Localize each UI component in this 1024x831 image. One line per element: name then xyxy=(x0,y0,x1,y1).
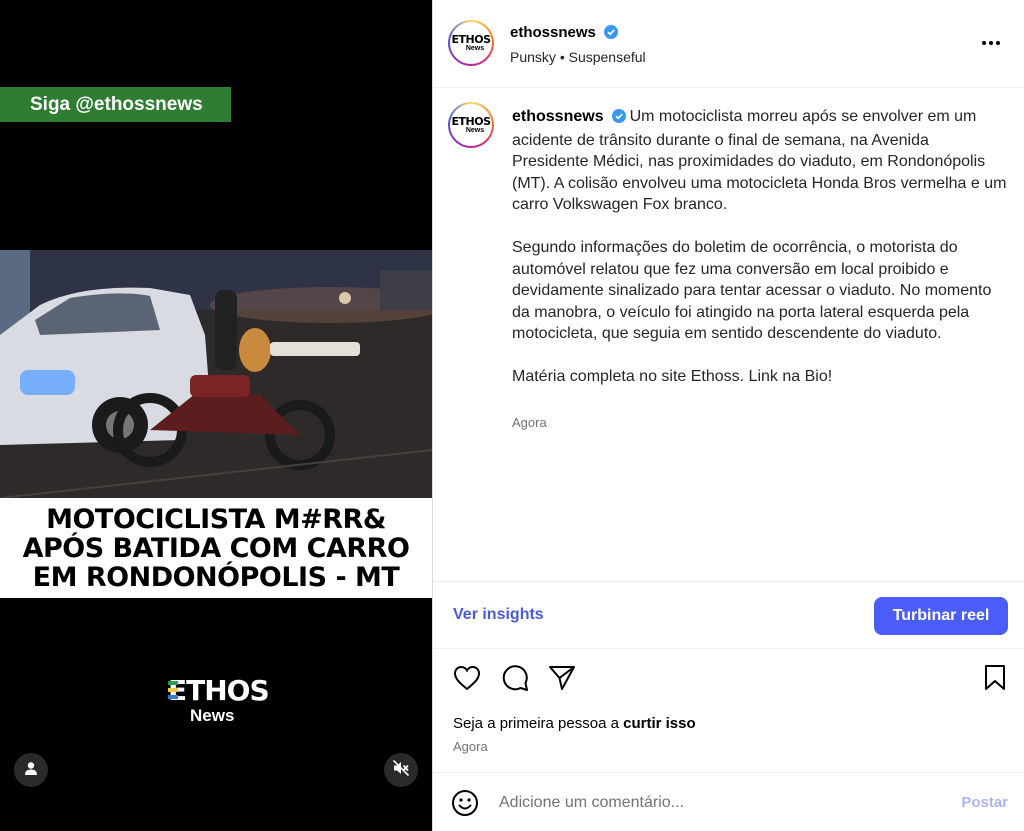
heart-icon xyxy=(453,665,481,696)
audio-artist[interactable]: Punsky xyxy=(510,49,556,65)
mute-toggle-button[interactable] xyxy=(384,753,418,787)
post-timestamp: Agora xyxy=(453,739,488,754)
bookmark-icon xyxy=(983,664,1007,697)
save-button[interactable] xyxy=(979,664,1011,696)
caption-timestamp: Agora xyxy=(512,415,547,430)
headline-line-1: MOTOCICLISTA M#RR& xyxy=(46,503,386,535)
post-header: ETHOS News ethossnews Punsky • Suspensef… xyxy=(433,0,1024,88)
headline-line-2: APÓS BATIDA COM CARRO xyxy=(22,532,410,564)
headline-line-3: EM RONDONÓPOLIS - MT xyxy=(32,561,400,593)
muted-speaker-icon xyxy=(392,759,410,782)
comment-bar: Postar xyxy=(433,772,1024,831)
view-insights-link[interactable]: Ver insights xyxy=(453,606,544,624)
send-icon xyxy=(548,664,576,697)
post-comment-button[interactable]: Postar xyxy=(961,794,1008,811)
video-headline: MOTOCICLISTA M#RR& APÓS BATIDA COM CARRO… xyxy=(0,498,432,598)
audio-info[interactable]: Punsky • Suspenseful xyxy=(510,49,646,65)
logo-line-1: ETHOS xyxy=(168,674,270,707)
more-options-button[interactable] xyxy=(980,32,1002,59)
reel-video[interactable]: Siga @ethossnews MOTOCICLISTA M#RR& APÓS… xyxy=(0,0,432,831)
share-button[interactable] xyxy=(546,664,578,696)
accident-photo xyxy=(0,250,432,498)
verified-badge-icon xyxy=(604,25,619,44)
avatar-logo-line-1: ETHOS xyxy=(451,32,492,46)
caption-paragraph-3: Matéria completa no site Ethoss. Link na… xyxy=(512,368,833,385)
comment-button[interactable] xyxy=(499,664,531,696)
caption-avatar[interactable]: ETHOS News xyxy=(448,102,494,148)
likes-prefix: Seja a primeira pessoa a xyxy=(453,715,619,732)
header-username[interactable]: ethossnews xyxy=(510,24,596,41)
caption-verified-badge-icon xyxy=(611,108,626,130)
profile-avatar[interactable]: ETHOS News xyxy=(448,20,494,66)
caption-avatar-line-2: News xyxy=(465,126,485,134)
post-panel: ETHOS News ethossnews Punsky • Suspensef… xyxy=(432,0,1024,831)
emoji-icon[interactable] xyxy=(451,789,479,822)
insights-bar: Ver insights Turbinar reel xyxy=(433,581,1024,649)
caption-paragraph-2: Segundo informações do boletim de ocorrê… xyxy=(512,239,992,342)
comment-icon xyxy=(501,664,529,697)
post-caption: ethossnews Um motociclista morreu após se… xyxy=(512,106,1007,409)
logo-bars-icon xyxy=(168,681,178,701)
tagged-users-button[interactable] xyxy=(14,753,48,787)
follow-banner: Siga @ethossnews xyxy=(0,87,231,122)
like-this-link[interactable]: curtir isso xyxy=(623,715,696,732)
ethos-news-logo: ETHOS News xyxy=(168,674,270,728)
more-options-icon xyxy=(980,41,1002,58)
caption-username[interactable]: ethossnews xyxy=(512,108,604,125)
person-icon xyxy=(24,761,38,780)
like-button[interactable] xyxy=(451,664,483,696)
caption-avatar-line-1: ETHOS xyxy=(451,114,492,128)
boost-reel-button[interactable]: Turbinar reel xyxy=(874,597,1008,635)
audio-track[interactable]: Suspenseful xyxy=(569,49,646,65)
logo-line-2: News xyxy=(190,706,235,725)
likes-summary: Seja a primeira pessoa a curtir isso xyxy=(453,715,696,732)
action-bar xyxy=(433,660,1024,700)
avatar-logo-line-2: News xyxy=(465,44,485,52)
caption-paragraph-1: ethossnews Um motociclista morreu após se… xyxy=(512,106,1007,216)
audio-separator: • xyxy=(559,49,565,65)
comment-input[interactable] xyxy=(499,791,939,815)
